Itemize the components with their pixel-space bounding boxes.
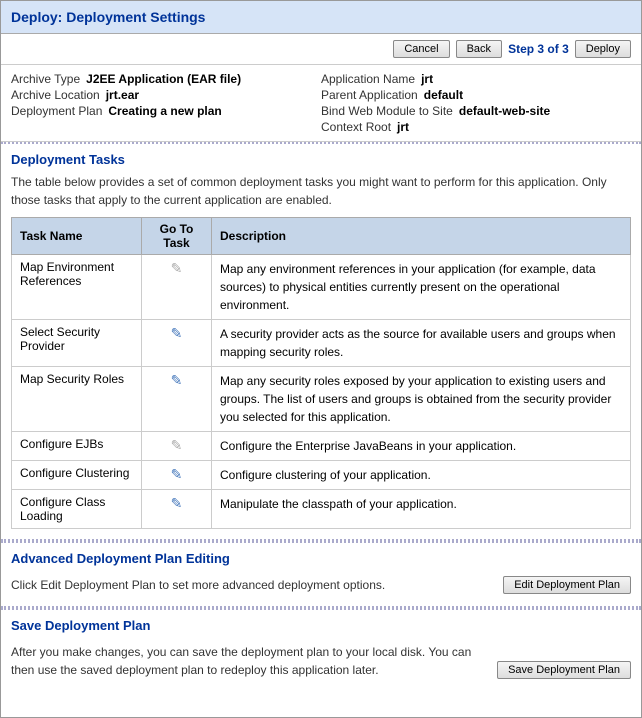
go-to-task-cell[interactable]: ✎: [142, 461, 212, 490]
step-indicator: Step 3 of 3: [508, 42, 569, 56]
table-row: Map Security Roles ✎ Map any security role…: [12, 367, 631, 432]
deployment-tasks-title: Deployment Tasks: [1, 142, 641, 171]
page-title: Deploy: Deployment Settings: [11, 9, 205, 25]
pencil-icon[interactable]: ✎: [171, 466, 183, 482]
parent-app-label: Parent Application: [321, 88, 418, 102]
advanced-desc: Click Edit Deployment Plan to set more a…: [11, 578, 503, 592]
app-name-row: Application Name jrt: [321, 71, 631, 87]
bind-web-label: Bind Web Module to Site: [321, 104, 453, 118]
pencil-icon: ✎: [171, 260, 183, 276]
pencil-icon: ✎: [171, 437, 183, 453]
col-go-to-task: Go To Task: [142, 218, 212, 255]
tasks-table: Task Name Go To Task Description Map Env…: [11, 217, 631, 529]
go-to-task-cell[interactable]: ✎: [142, 367, 212, 432]
save-desc: After you make changes, you can save the…: [11, 643, 497, 679]
go-to-task-cell[interactable]: ✎: [142, 490, 212, 529]
description-cell: Map any security roles exposed by your a…: [212, 367, 631, 432]
info-right: Application Name jrt Parent Application …: [321, 71, 631, 135]
app-name-value: jrt: [421, 72, 433, 86]
archive-type-label: Archive Type: [11, 72, 80, 86]
task-name-cell: Configure Class Loading: [12, 490, 142, 529]
cancel-button[interactable]: Cancel: [393, 40, 449, 58]
task-name-cell: Map Security Roles: [12, 367, 142, 432]
deployment-plan-value: Creating a new plan: [108, 104, 221, 118]
task-name-cell: Configure EJBs: [12, 432, 142, 461]
parent-app-value: default: [424, 88, 463, 102]
pencil-icon[interactable]: ✎: [171, 495, 183, 511]
col-description: Description: [212, 218, 631, 255]
description-cell: Map any environment references in your a…: [212, 255, 631, 320]
context-root-value: jrt: [397, 120, 409, 134]
task-name-cell: Map Environment References: [12, 255, 142, 320]
bind-web-value: default-web-site: [459, 104, 550, 118]
save-section: Save Deployment Plan After you make chan…: [1, 606, 641, 685]
pencil-icon[interactable]: ✎: [171, 372, 183, 388]
go-to-task-cell[interactable]: ✎: [142, 320, 212, 367]
deploy-button[interactable]: Deploy: [575, 40, 631, 58]
pencil-icon[interactable]: ✎: [171, 325, 183, 341]
deployment-plan-row: Deployment Plan Creating a new plan: [11, 103, 321, 119]
table-row: Select Security Provider ✎ A security prov…: [12, 320, 631, 367]
table-row: Configure Clustering ✎ Configure clusterin…: [12, 461, 631, 490]
advanced-title: Advanced Deployment Plan Editing: [1, 541, 641, 570]
context-root-row: Context Root jrt: [321, 119, 631, 135]
description-cell: Manipulate the classpath of your applica…: [212, 490, 631, 529]
deployment-tasks-desc: The table below provides a set of common…: [1, 171, 641, 217]
go-to-task-cell[interactable]: ✎: [142, 255, 212, 320]
task-name-cell: Select Security Provider: [12, 320, 142, 367]
archive-type-value: J2EE Application (EAR file): [86, 72, 241, 86]
context-root-label: Context Root: [321, 120, 391, 134]
save-deployment-plan-button[interactable]: Save Deployment Plan: [497, 661, 631, 679]
top-bar: Cancel Back Step 3 of 3 Deploy: [1, 34, 641, 65]
back-button[interactable]: Back: [456, 40, 502, 58]
archive-location-row: Archive Location jrt.ear: [11, 87, 321, 103]
parent-app-row: Parent Application default: [321, 87, 631, 103]
save-inner: After you make changes, you can save the…: [1, 637, 641, 685]
archive-type-row: Archive Type J2EE Application (EAR file): [11, 71, 321, 87]
table-row: Map Environment References ✎ Map any envir…: [12, 255, 631, 320]
archive-location-label: Archive Location: [11, 88, 100, 102]
task-name-cell: Configure Clustering: [12, 461, 142, 490]
table-row: Configure Class Loading ✎ Manipulate the c…: [12, 490, 631, 529]
archive-location-value: jrt.ear: [106, 88, 139, 102]
info-left: Archive Type J2EE Application (EAR file)…: [11, 71, 321, 135]
save-title: Save Deployment Plan: [1, 608, 641, 637]
description-cell: Configure clustering of your application…: [212, 461, 631, 490]
deployment-plan-label: Deployment Plan: [11, 104, 102, 118]
advanced-inner: Click Edit Deployment Plan to set more a…: [1, 570, 641, 600]
go-to-task-cell[interactable]: ✎: [142, 432, 212, 461]
edit-deployment-plan-button[interactable]: Edit Deployment Plan: [503, 576, 631, 594]
description-cell: Configure the Enterprise JavaBeans in yo…: [212, 432, 631, 461]
app-name-label: Application Name: [321, 72, 415, 86]
description-cell: A security provider acts as the source f…: [212, 320, 631, 367]
table-row: Configure EJBs ✎ Configure the Enterprise …: [12, 432, 631, 461]
bind-web-row: Bind Web Module to Site default-web-site: [321, 103, 631, 119]
col-task-name: Task Name: [12, 218, 142, 255]
advanced-section: Advanced Deployment Plan Editing Click E…: [1, 539, 641, 600]
info-grid: Archive Type J2EE Application (EAR file)…: [1, 65, 641, 142]
